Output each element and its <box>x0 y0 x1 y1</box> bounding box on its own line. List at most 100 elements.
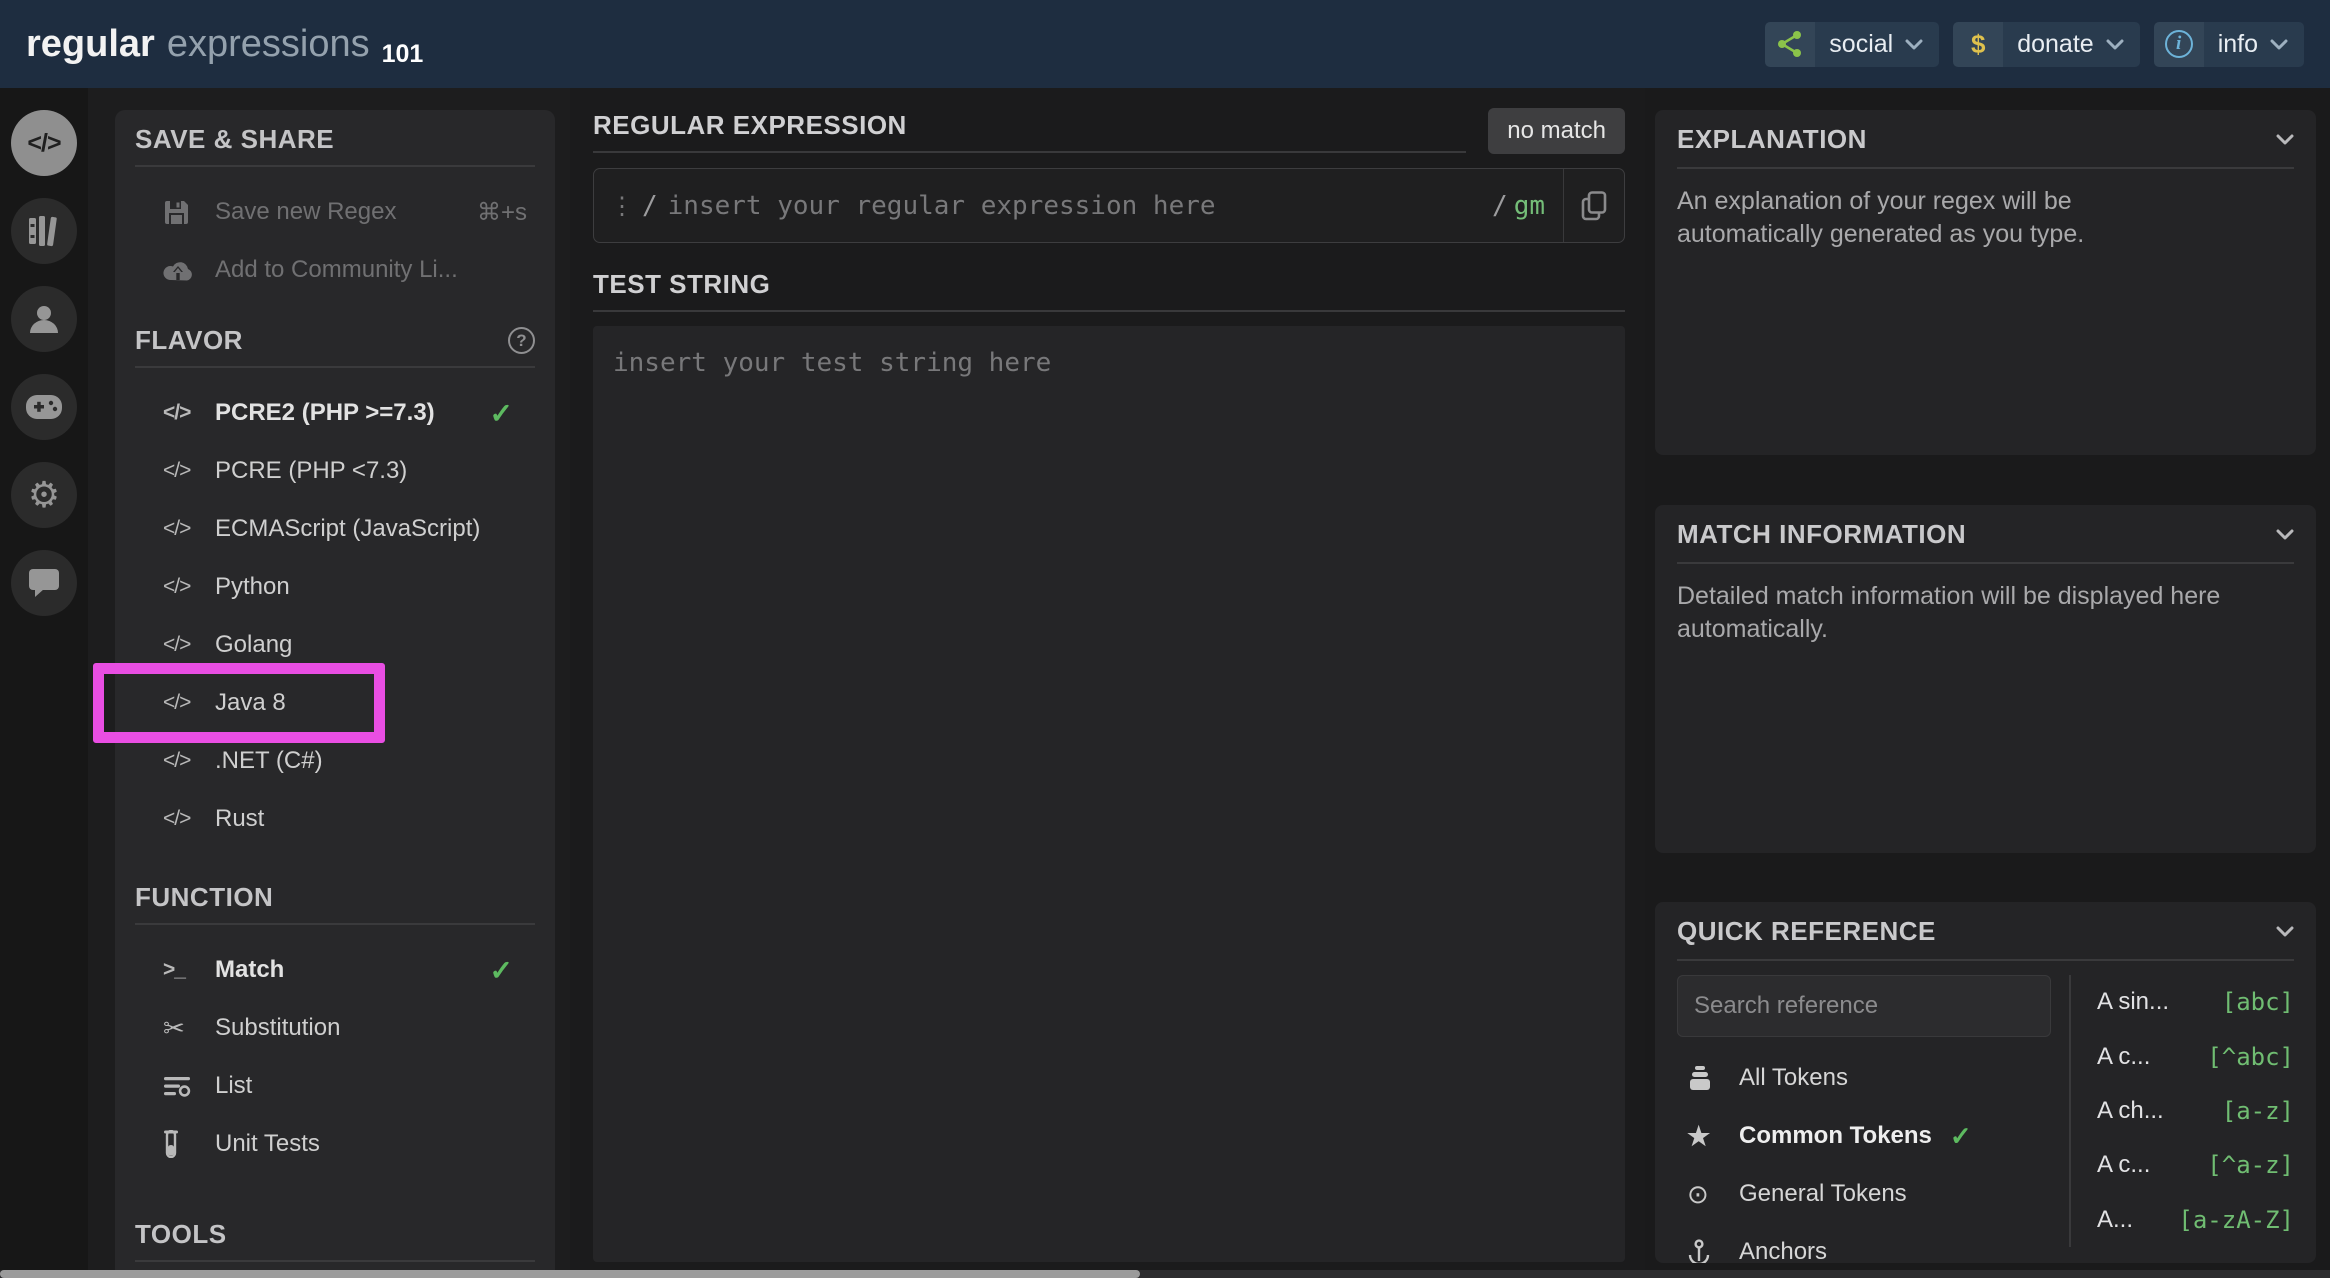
list-icon <box>163 1074 215 1098</box>
dollar-icon: $ <box>1953 22 2003 67</box>
reference-category-anchors[interactable]: Anchors <box>1677 1223 2051 1263</box>
function-item-list[interactable]: List <box>135 1057 535 1115</box>
add-to-community-label: Add to Community Li... <box>215 256 458 284</box>
chevron-down-icon <box>1905 39 1923 50</box>
category-label: Anchors <box>1739 1238 1827 1263</box>
code-icon: </> <box>163 749 190 773</box>
gear-icon: ⚙ <box>28 477 60 513</box>
flavor-label: Python <box>215 573 290 601</box>
function-label: Unit Tests <box>215 1130 320 1158</box>
regex-input[interactable] <box>668 191 1492 221</box>
add-to-community-item[interactable]: Add to Community Li... <box>135 241 535 299</box>
test-string-input[interactable] <box>593 326 1625 1262</box>
code-icon: </> <box>163 401 190 425</box>
function-item-substitution[interactable]: ✂ Substitution <box>135 999 535 1057</box>
token-value: [abc] <box>2222 988 2294 1016</box>
flavor-item-golang[interactable]: </> Golang <box>135 616 535 674</box>
scrollbar-thumb[interactable] <box>0 1270 1140 1278</box>
flavor-help-button[interactable]: ? <box>508 327 535 354</box>
logo-word-101: 101 <box>382 40 424 69</box>
function-item-unit-tests[interactable]: Unit Tests <box>135 1115 535 1173</box>
category-label: Common Tokens <box>1739 1122 1932 1150</box>
reference-token-row[interactable]: A c... [^abc] <box>2097 1029 2294 1083</box>
reference-token-row[interactable]: A ch... [a-z] <box>2097 1084 2294 1138</box>
check-icon: ✓ <box>490 397 513 430</box>
flavor-item-pcre2[interactable]: </> PCRE2 (PHP >=7.3) ✓ <box>135 384 535 442</box>
rail-library-button[interactable] <box>11 198 77 264</box>
rail-feedback-button[interactable] <box>11 550 77 616</box>
reference-category-general-tokens[interactable]: ⊙ General Tokens <box>1677 1165 2051 1223</box>
reference-category-common-tokens[interactable]: ★ Common Tokens ✓ <box>1677 1107 2051 1165</box>
regex-open-delimiter: / <box>642 191 658 221</box>
reference-token-row[interactable]: A... [a-zA-Z] <box>2097 1193 2294 1247</box>
quick-reference-title: QUICK REFERENCE <box>1677 916 1936 947</box>
flavor-item-python[interactable]: </> Python <box>135 558 535 616</box>
scissors-icon: ✂ <box>163 1013 184 1044</box>
circle-dot-icon: ⊙ <box>1687 1179 1709 1210</box>
code-icon: </> <box>163 517 190 541</box>
chevron-down-icon <box>2276 529 2294 540</box>
collapse-explanation-button[interactable] <box>2276 134 2294 145</box>
function-item-match[interactable]: >_ Match ✓ <box>135 941 535 999</box>
function-label: Match <box>215 956 284 984</box>
section-save-share: SAVE & SHARE <box>135 124 535 167</box>
tools-title: TOOLS <box>135 1219 227 1250</box>
flavor-item-dotnet[interactable]: </> .NET (C#) <box>135 732 535 790</box>
code-icon: </> <box>27 129 60 158</box>
right-panel: EXPLANATION An explanation of your regex… <box>1645 88 2330 1278</box>
save-new-regex-item[interactable]: Save new Regex ⌘+s <box>135 183 535 241</box>
test-string-title: TEST STRING <box>593 269 1625 300</box>
flavor-item-pcre[interactable]: </> PCRE (PHP <7.3) <box>135 442 535 500</box>
code-icon: </> <box>163 691 190 715</box>
collapse-quick-reference-button[interactable] <box>2276 926 2294 937</box>
star-icon: ★ <box>1687 1121 1710 1152</box>
flavor-item-java8[interactable]: </> Java 8 <box>135 674 535 732</box>
library-icon <box>27 215 61 247</box>
reference-token-row[interactable]: A c... [^a-z] <box>2097 1138 2294 1192</box>
regex-close-delimiter: / <box>1492 191 1508 221</box>
match-status-badge: no match <box>1488 108 1625 154</box>
social-button-label: social <box>1829 30 1893 59</box>
save-new-regex-label: Save new Regex <box>215 198 396 226</box>
cloud-upload-icon <box>163 258 215 282</box>
user-icon <box>28 303 60 335</box>
top-header-bar: regular expressions 101 social $ <box>0 0 2330 88</box>
code-icon: </> <box>163 633 190 657</box>
rail-regex-editor-button[interactable]: </> <box>11 110 77 176</box>
chevron-down-icon <box>2276 134 2294 145</box>
token-value: [a-zA-Z] <box>2178 1206 2294 1234</box>
logo-word-expressions: expressions <box>167 23 370 66</box>
rail-settings-button[interactable]: ⚙ <box>11 462 77 528</box>
flavor-label: .NET (C#) <box>215 747 323 775</box>
rail-account-button[interactable] <box>11 286 77 352</box>
info-menu-button[interactable]: i info <box>2154 22 2304 67</box>
regex-input-container: ⋮ / / gm <box>593 168 1625 243</box>
save-share-title: SAVE & SHARE <box>135 124 334 155</box>
rail-discord-button[interactable] <box>11 374 77 440</box>
reference-token-row[interactable]: A sin... [abc] <box>2097 975 2294 1029</box>
site-logo[interactable]: regular expressions 101 <box>26 23 423 66</box>
category-label: General Tokens <box>1739 1180 1907 1208</box>
function-title: FUNCTION <box>135 882 273 913</box>
code-icon: </> <box>163 459 190 483</box>
copy-regex-button[interactable] <box>1564 169 1624 242</box>
drag-handle-icon[interactable]: ⋮ <box>610 192 634 220</box>
flavor-item-rust[interactable]: </> Rust <box>135 790 535 848</box>
explanation-card: EXPLANATION An explanation of your regex… <box>1655 110 2316 455</box>
reference-search-input[interactable] <box>1677 975 2051 1037</box>
match-information-body: Detailed match information will be displ… <box>1677 580 2257 646</box>
section-flavor: FLAVOR ? <box>135 325 535 368</box>
editor-panel: REGULAR EXPRESSION no match ⋮ / / gm TES… <box>570 88 1645 1278</box>
collapse-match-info-button[interactable] <box>2276 529 2294 540</box>
reference-category-all-tokens[interactable]: All Tokens <box>1677 1049 2051 1107</box>
category-label: All Tokens <box>1739 1064 1848 1092</box>
info-circle-icon: i <box>2154 22 2204 67</box>
token-value: [^a-z] <box>2207 1151 2294 1179</box>
donate-menu-button[interactable]: $ donate <box>1953 22 2139 67</box>
test-tube-icon <box>163 1130 215 1158</box>
token-value: [^abc] <box>2207 1043 2294 1071</box>
flavor-item-ecmascript[interactable]: </> ECMAScript (JavaScript) <box>135 500 535 558</box>
regex-flags[interactable]: gm <box>1514 191 1545 221</box>
social-menu-button[interactable]: social <box>1765 22 1939 67</box>
code-icon: </> <box>163 807 190 831</box>
